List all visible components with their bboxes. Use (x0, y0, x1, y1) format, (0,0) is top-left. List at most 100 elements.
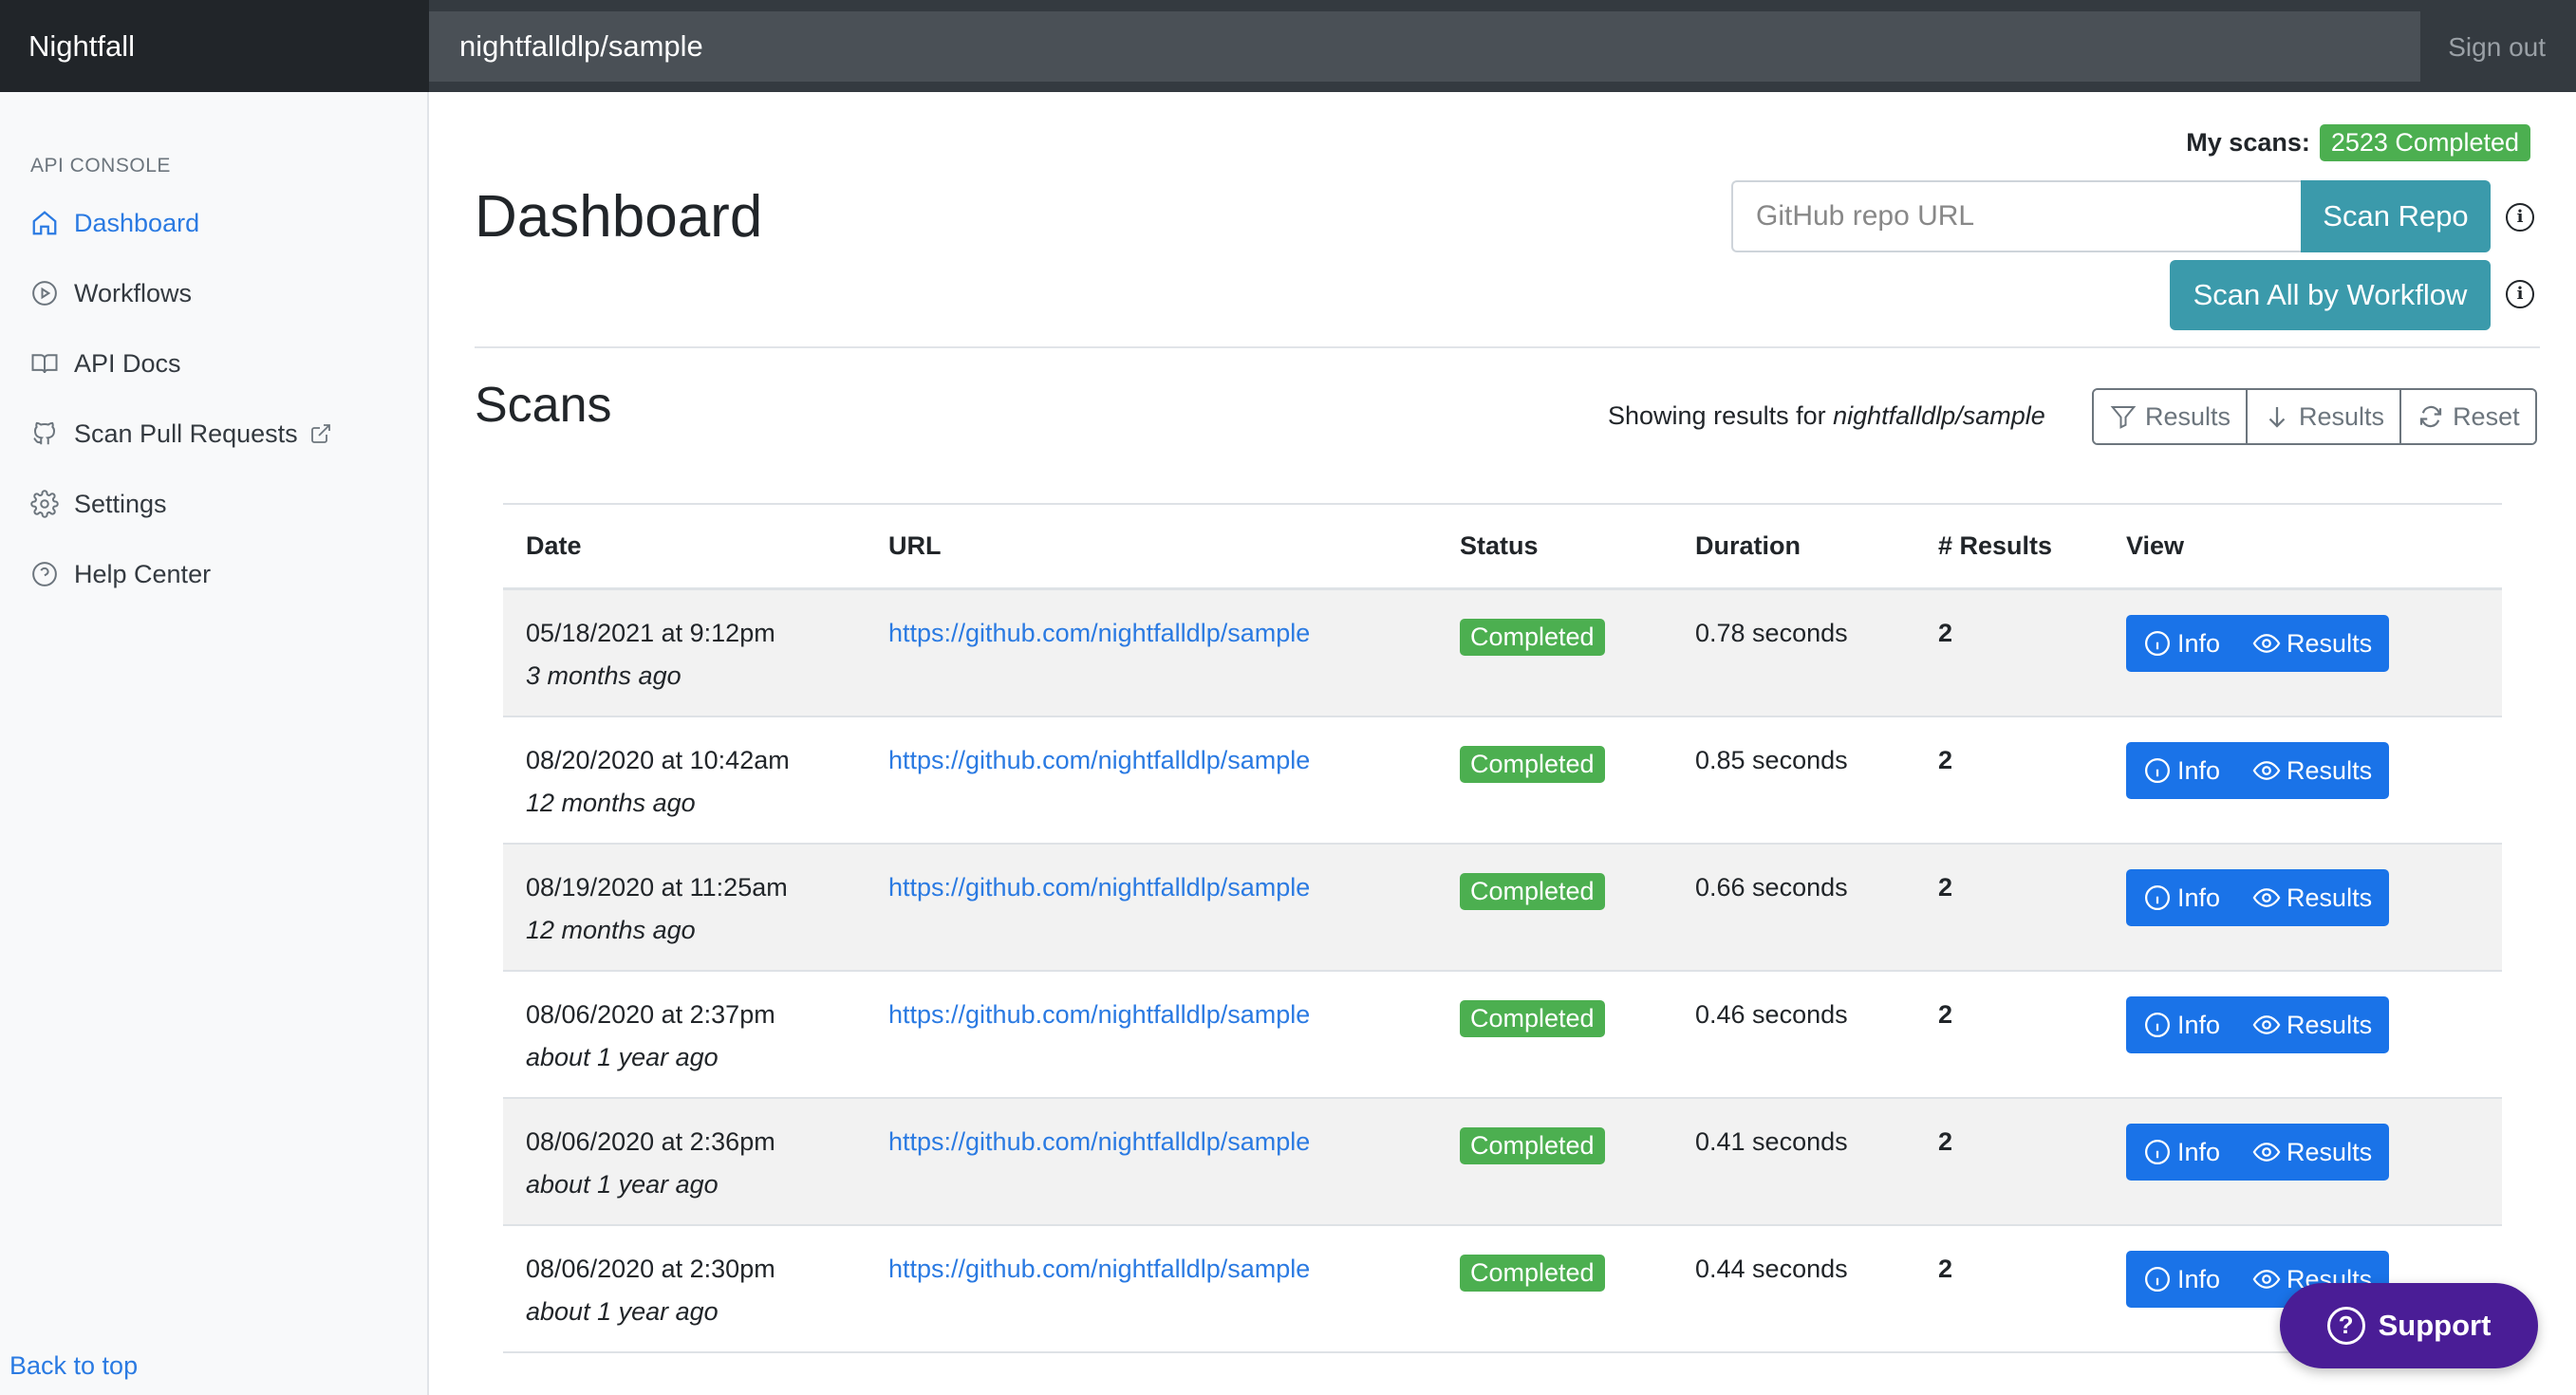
filter-results-button[interactable]: Results (2094, 390, 2249, 443)
my-scans-label: My scans: (2186, 128, 2310, 157)
scan-view-cell: Info Results (2126, 996, 2502, 1053)
table-header: Date URL Status Duration # Results View (503, 505, 2502, 590)
scan-relative-date: 3 months ago (526, 661, 681, 690)
scan-repo-form: Scan Repo (1731, 180, 2491, 252)
scan-results-count: 2 (1938, 619, 1953, 647)
sidebar-item-label: API Docs (74, 348, 181, 378)
download-results-label: Results (2299, 401, 2385, 431)
scan-date-cell: 05/18/2021 at 9:12pm 3 months ago (503, 619, 888, 691)
info-button[interactable]: Info (2143, 1138, 2220, 1167)
sidebar-item-scan-pull-requests[interactable]: Scan Pull Requests (30, 413, 332, 455)
brand-logo[interactable]: Nightfall (0, 0, 429, 92)
info-button[interactable]: Info (2143, 884, 2220, 913)
scan-view-cell: Info Results (2126, 869, 2502, 926)
scan-url-link[interactable]: https://github.com/nightfalldlp/sample (888, 619, 1310, 647)
status-badge: Completed (1460, 619, 1605, 656)
column-header-view: View (2126, 531, 2185, 560)
sign-out-link[interactable]: Sign out (2448, 0, 2546, 92)
scan-url-link[interactable]: https://github.com/nightfalldlp/sample (888, 1255, 1310, 1283)
back-to-top-link[interactable]: Back to top (9, 1351, 138, 1381)
arrow-down-icon (2268, 407, 2286, 428)
sidebar-item-label: Help Center (74, 559, 212, 588)
info-button-label: Info (2177, 1264, 2221, 1293)
sidebar-heading: API CONSOLE (30, 155, 171, 177)
question-circle-icon (32, 562, 57, 586)
sidebar-item-help-center[interactable]: Help Center (30, 553, 211, 595)
sidebar-item-label: Scan Pull Requests (74, 418, 298, 448)
divider (475, 346, 2540, 348)
eye-icon (2252, 1143, 2281, 1162)
table-row: 05/18/2021 at 9:12pm 3 months ago https://… (503, 590, 2502, 717)
scan-url-link[interactable]: https://github.com/nightfalldlp/sample (888, 873, 1310, 902)
home-icon (32, 211, 57, 235)
book-icon (31, 354, 58, 374)
view-results-button[interactable]: Results (2252, 884, 2372, 913)
current-repo: nightfalldlp/sample (429, 11, 2420, 82)
view-results-button[interactable]: Results (2252, 756, 2372, 786)
main-content: My scans: 2523 Completed Dashboard Scan … (431, 92, 2576, 1395)
sidebar-item-label: Workflows (74, 278, 193, 307)
scan-status-cell: Completed (1460, 873, 1695, 910)
reset-label: Reset (2453, 401, 2520, 431)
scan-date: 08/06/2020 at 2:36pm (526, 1127, 775, 1156)
column-header-duration[interactable]: Duration (1695, 531, 1938, 561)
view-results-button[interactable]: Results (2252, 1138, 2372, 1167)
info-icon[interactable]: i (2506, 203, 2534, 232)
scan-all-by-workflow-button[interactable]: Scan All by Workflow (2170, 260, 2491, 330)
info-icon (2145, 885, 2170, 910)
scans-table: Date URL Status Duration # Results View … (503, 503, 2502, 1353)
status-badge: Completed (1460, 873, 1605, 910)
info-button[interactable]: Info (2143, 629, 2220, 659)
column-header-results[interactable]: # Results (1938, 531, 2126, 561)
view-results-label: Results (2287, 628, 2373, 658)
info-button-label: Info (2177, 1137, 2221, 1166)
view-button-group: Info Results (2126, 869, 2390, 926)
view-results-button[interactable]: Results (2252, 1011, 2372, 1040)
scan-relative-date: 12 months ago (526, 789, 696, 817)
scan-results-count: 2 (1938, 1000, 1953, 1029)
sidebar-item-dashboard[interactable]: Dashboard (30, 202, 199, 244)
scan-date: 08/06/2020 at 2:30pm (526, 1255, 775, 1283)
view-results-button[interactable]: Results (2252, 629, 2372, 659)
sidebar-item-settings[interactable]: Settings (30, 483, 167, 525)
scan-results-count: 2 (1938, 1127, 1953, 1156)
view-results-label: Results (2287, 755, 2373, 785)
filter-results-label: Results (2145, 401, 2231, 431)
scan-date: 05/18/2021 at 9:12pm (526, 619, 775, 647)
scan-url-link[interactable]: https://github.com/nightfalldlp/sample (888, 1127, 1310, 1156)
scan-status-cell: Completed (1460, 619, 1695, 656)
column-header-status[interactable]: Status (1460, 531, 1695, 561)
status-badge: Completed (1460, 1255, 1605, 1292)
info-button[interactable]: Info (2143, 1265, 2220, 1294)
view-results-label: Results (2287, 1137, 2373, 1166)
column-header-url[interactable]: URL (888, 531, 1460, 561)
refresh-icon (2419, 405, 2442, 428)
eye-icon (2252, 761, 2281, 780)
info-button[interactable]: Info (2143, 1011, 2220, 1040)
scan-relative-date: about 1 year ago (526, 1170, 719, 1199)
scan-url-link[interactable]: https://github.com/nightfalldlp/sample (888, 1000, 1310, 1029)
column-header-date[interactable]: Date (503, 531, 888, 561)
scan-relative-date: 12 months ago (526, 916, 696, 944)
download-results-button[interactable]: Results (2248, 390, 2402, 443)
scan-url-link[interactable]: https://github.com/nightfalldlp/sample (888, 746, 1310, 774)
scan-url-cell: https://github.com/nightfalldlp/sample (888, 1000, 1460, 1030)
sidebar-item-workflows[interactable]: Workflows (30, 272, 192, 314)
support-button[interactable]: ? Support (2280, 1283, 2538, 1368)
view-results-label: Results (2287, 883, 2373, 912)
scan-url-cell: https://github.com/nightfalldlp/sample (888, 873, 1460, 902)
github-repo-url-input[interactable] (1731, 180, 2301, 252)
table-row: 08/20/2020 at 10:42am 12 months ago https:… (503, 717, 2502, 845)
info-button[interactable]: Info (2143, 756, 2220, 786)
eye-icon (2252, 1015, 2281, 1034)
scan-date-cell: 08/06/2020 at 2:30pm about 1 year ago (503, 1255, 888, 1327)
scan-date-cell: 08/06/2020 at 2:37pm about 1 year ago (503, 1000, 888, 1072)
scan-relative-date: about 1 year ago (526, 1043, 719, 1071)
info-icon (2145, 631, 2170, 656)
scan-repo-button[interactable]: Scan Repo (2301, 180, 2491, 252)
info-icon[interactable]: i (2506, 280, 2534, 308)
reset-button[interactable]: Reset (2401, 390, 2535, 443)
play-circle-icon (32, 281, 57, 306)
external-link-icon (310, 424, 330, 443)
sidebar-item-api-docs[interactable]: API Docs (30, 343, 181, 384)
